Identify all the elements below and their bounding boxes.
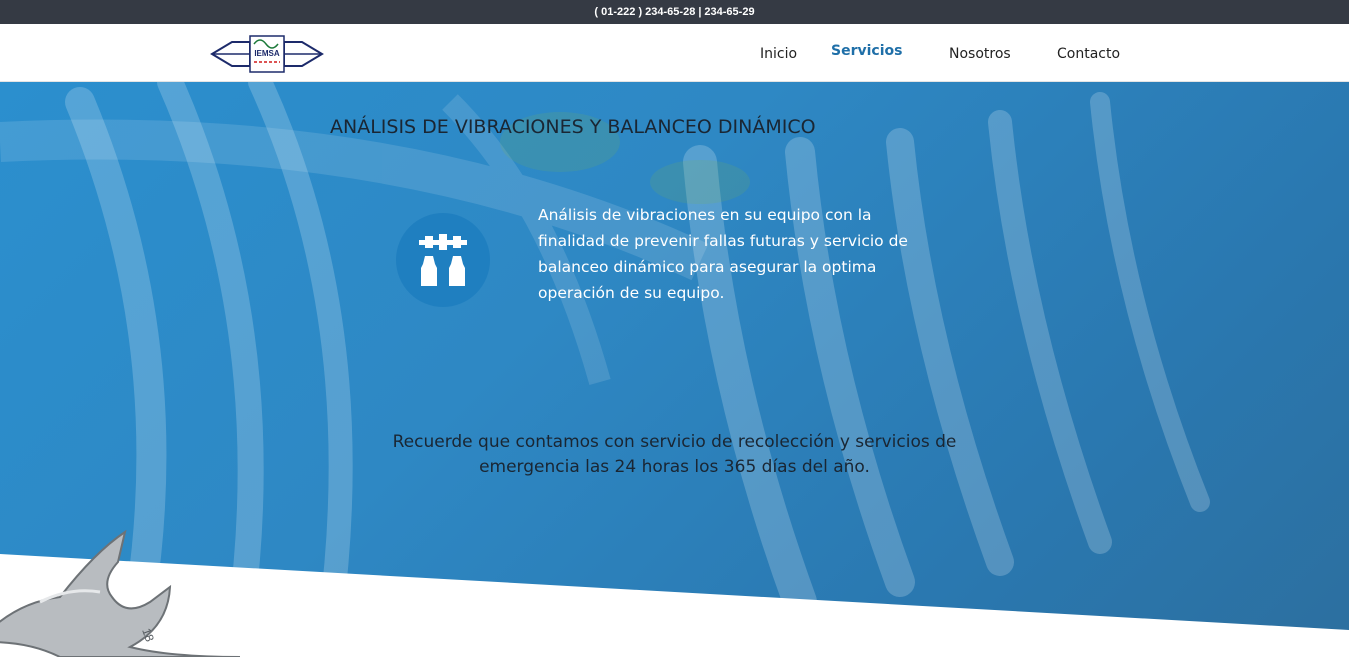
nav-inicio[interactable]: Inicio [760,46,797,62]
service-description: Análisis de vibraciones en su equipo con… [538,206,908,302]
nav-servicios[interactable]: Servicios [831,43,902,59]
top-contact-bar: ( 01-222 ) 234-65-28 | 234-65-29 [0,0,1349,24]
nav-contacto[interactable]: Contacto [1057,46,1120,62]
navbar: IEMSA Inicio Servicios Nosotros Contacto [0,24,1349,82]
hero-section: 18 ANÁLISIS DE VIBRACIONES Y BALANCEO DI… [0,82,1349,657]
logo[interactable]: IEMSA [210,32,324,76]
phone-separator: | [698,6,702,18]
page-title: ANÁLISIS DE VIBRACIONES Y BALANCEO DINÁM… [330,116,816,138]
phone-number-2: 234-65-29 [704,6,755,18]
logo-text: IEMSA [254,49,280,58]
phone-number-1: ( 01-222 ) 234-65-28 [594,6,696,18]
hero-background: 18 [0,82,1349,657]
service-note: Recuerde que contamos con servicio de re… [0,430,1349,480]
balancing-machine-icon [396,213,490,307]
service-note-line-1: Recuerde que contamos con servicio de re… [392,432,957,452]
nav-nosotros[interactable]: Nosotros [949,46,1011,62]
service-note-line-2: emergencia las 24 horas los 365 días del… [479,457,870,477]
